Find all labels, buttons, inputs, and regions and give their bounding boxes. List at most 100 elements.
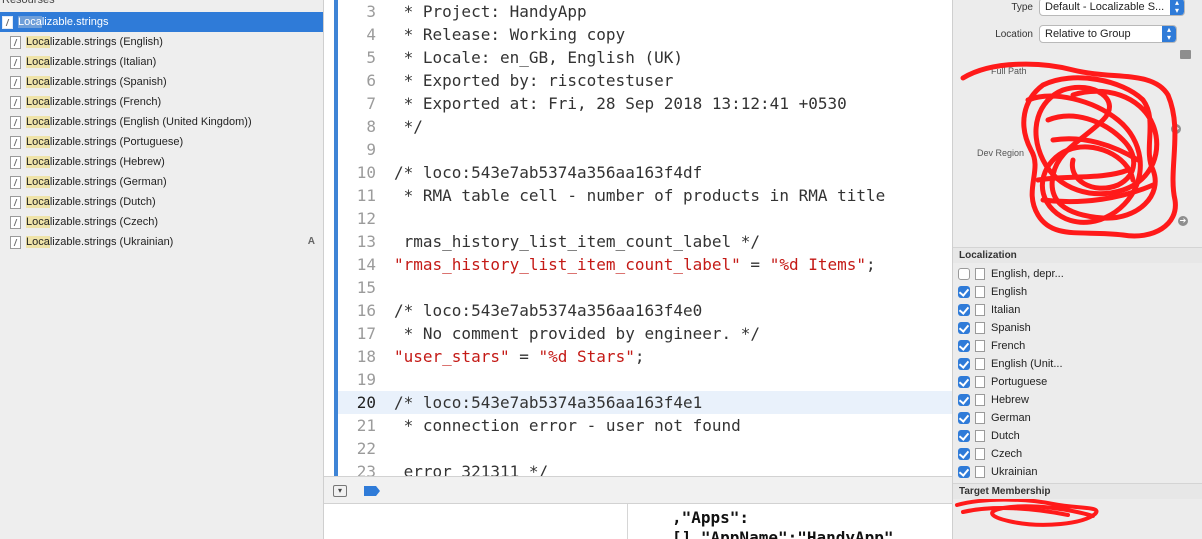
strings-file-icon [975, 394, 985, 406]
nav-item-localizable-strings[interactable]: Localizable.strings [0, 12, 323, 32]
nav-item-localized-file[interactable]: Localizable.strings (Dutch) [0, 192, 323, 212]
localization-checkbox[interactable] [958, 394, 970, 406]
localization-row: Ukrainian [953, 463, 1202, 481]
localization-checkbox[interactable] [958, 376, 970, 388]
strings-file-icon [975, 268, 985, 280]
strings-file-icon [10, 35, 21, 49]
code-line[interactable]: 13 rmas_history_list_item_count_label */ [338, 230, 952, 253]
line-number: 9 [366, 140, 376, 159]
localization-label: Dutch [991, 430, 1020, 442]
line-number: 17 [356, 324, 376, 343]
nav-item-localized-file[interactable]: Localizable.strings (Ukrainian) A [0, 232, 323, 252]
localization-checkbox[interactable] [958, 268, 970, 280]
nav-item-label: Localizable.strings (Czech) [26, 216, 159, 228]
console-area[interactable]: ,"Apps": [],"AppName":"HandyApp" [324, 504, 952, 539]
localization-label: French [991, 340, 1026, 352]
nav-item-label: Localizable.strings [18, 16, 109, 28]
code-line[interactable]: 10 /* loco:543e7ab5374a356aa163f4df [338, 161, 952, 184]
localization-checkbox[interactable] [958, 448, 970, 460]
localization-checkbox[interactable] [958, 466, 970, 478]
code-line[interactable]: 22 [338, 437, 952, 460]
code-operator: = [509, 347, 539, 366]
nav-item-localized-file[interactable]: Localizable.strings (French) [0, 92, 323, 112]
localization-label: English [991, 286, 1028, 298]
localization-row: Portuguese [953, 373, 1202, 391]
strings-file-icon [10, 195, 21, 209]
code-text: * Exported at: Fri, 28 Sep 2018 13:12:41… [394, 94, 847, 113]
code-line[interactable]: 8 */ [338, 115, 952, 138]
code-line[interactable]: 16 /* loco:543e7ab5374a356aa163f4e0 [338, 299, 952, 322]
line-number: 15 [356, 278, 376, 297]
strings-file-icon [975, 376, 985, 388]
code-line[interactable]: 12 [338, 207, 952, 230]
strings-file-icon [975, 430, 985, 442]
nav-item-label: Localizable.strings (Hebrew) [26, 156, 165, 168]
code-line[interactable]: 21 * connection error - user not found [338, 414, 952, 437]
code-line[interactable]: 6 * Exported by: riscotestuser [338, 69, 952, 92]
line-number: 3 [366, 2, 376, 21]
nav-item-label: Localizable.strings (German) [26, 176, 167, 188]
code-line[interactable]: 19 [338, 368, 952, 391]
code-text: * No comment provided by engineer. */ [394, 324, 761, 343]
code-line[interactable]: 5 * Locale: en_GB, English (UK) [338, 46, 952, 69]
localization-checkbox[interactable] [958, 430, 970, 442]
nav-item-localized-file[interactable]: Localizable.strings (English (United Kin… [0, 112, 323, 132]
source-control-badge: A [307, 236, 315, 247]
strings-file-icon [2, 15, 13, 29]
localization-label: Ukrainian [991, 466, 1038, 478]
string-value: "%d Items" [769, 255, 867, 274]
code-line[interactable]: 9 [338, 138, 952, 161]
line-number: 5 [366, 48, 376, 67]
console-divider [627, 504, 628, 539]
code-line[interactable]: 11 * RMA table cell - number of products… [338, 184, 952, 207]
localization-checkbox[interactable] [958, 412, 970, 424]
group-title[interactable]: Resourses [0, 0, 55, 8]
project-navigator: Resourses Localizable.strings Localizabl… [0, 0, 324, 539]
source-editor[interactable]: 3 * Project: HandyApp 4 * Release: Workin… [324, 0, 952, 476]
strings-file-icon [10, 175, 21, 189]
localization-checkbox[interactable] [958, 322, 970, 334]
nav-item-localized-file[interactable]: Localizable.strings (Hebrew) [0, 152, 323, 172]
nav-item-localized-file[interactable]: Localizable.strings (English) [0, 32, 323, 52]
breakpoints-toggle-icon[interactable] [364, 486, 380, 496]
code-line[interactable]: 14 "rmas_history_list_item_count_label" =… [338, 253, 952, 276]
debug-bar: ▾ [324, 476, 952, 504]
localization-row: French [953, 337, 1202, 355]
localization-row: Hebrew [953, 391, 1202, 409]
strings-file-icon [975, 322, 985, 334]
line-number: 19 [356, 370, 376, 389]
code-line[interactable]: 7 * Exported at: Fri, 28 Sep 2018 13:12:… [338, 92, 952, 115]
localization-row: German [953, 409, 1202, 427]
localization-row: Dutch [953, 427, 1202, 445]
strings-file-icon [975, 448, 985, 460]
string-value: "%d Stars" [538, 347, 635, 366]
code-operator: = [740, 255, 770, 274]
localization-checkbox[interactable] [958, 304, 970, 316]
code-line[interactable]: 23 error 321311 */ [338, 460, 952, 476]
code-text: */ [394, 117, 423, 136]
line-number: 12 [356, 209, 376, 228]
nav-item-localized-file[interactable]: Localizable.strings (Italian) [0, 52, 323, 72]
localization-header: Localization [953, 247, 1202, 263]
hide-debug-area-icon[interactable]: ▾ [333, 485, 347, 497]
localization-checkbox[interactable] [958, 340, 970, 352]
code-line[interactable]: 17 * No comment provided by engineer. */ [338, 322, 952, 345]
nav-item-localized-file[interactable]: Localizable.strings (Portuguese) [0, 132, 323, 152]
code-line[interactable]: 20 /* loco:543e7ab5374a356aa163f4e1 [338, 391, 952, 414]
code-text: /* loco:543e7ab5374a356aa163f4e0 [394, 301, 703, 320]
line-number: 4 [366, 25, 376, 44]
nav-item-localized-file[interactable]: Localizable.strings (German) [0, 172, 323, 192]
line-number: 18 [356, 347, 376, 366]
code-line[interactable]: 4 * Release: Working copy [338, 23, 952, 46]
strings-file-icon [10, 115, 21, 129]
localization-checkbox[interactable] [958, 286, 970, 298]
localization-checkbox[interactable] [958, 358, 970, 370]
nav-item-label: Localizable.strings (French) [26, 96, 162, 108]
nav-item-localized-file[interactable]: Localizable.strings (Czech) [0, 212, 323, 232]
code-line[interactable]: 18 "user_stars" = "%d Stars"; [338, 345, 952, 368]
line-number: 21 [356, 416, 376, 435]
localization-label: Spanish [991, 322, 1031, 334]
code-line[interactable]: 15 [338, 276, 952, 299]
nav-item-localized-file[interactable]: Localizable.strings (Spanish) [0, 72, 323, 92]
code-line[interactable]: 3 * Project: HandyApp [338, 0, 952, 23]
